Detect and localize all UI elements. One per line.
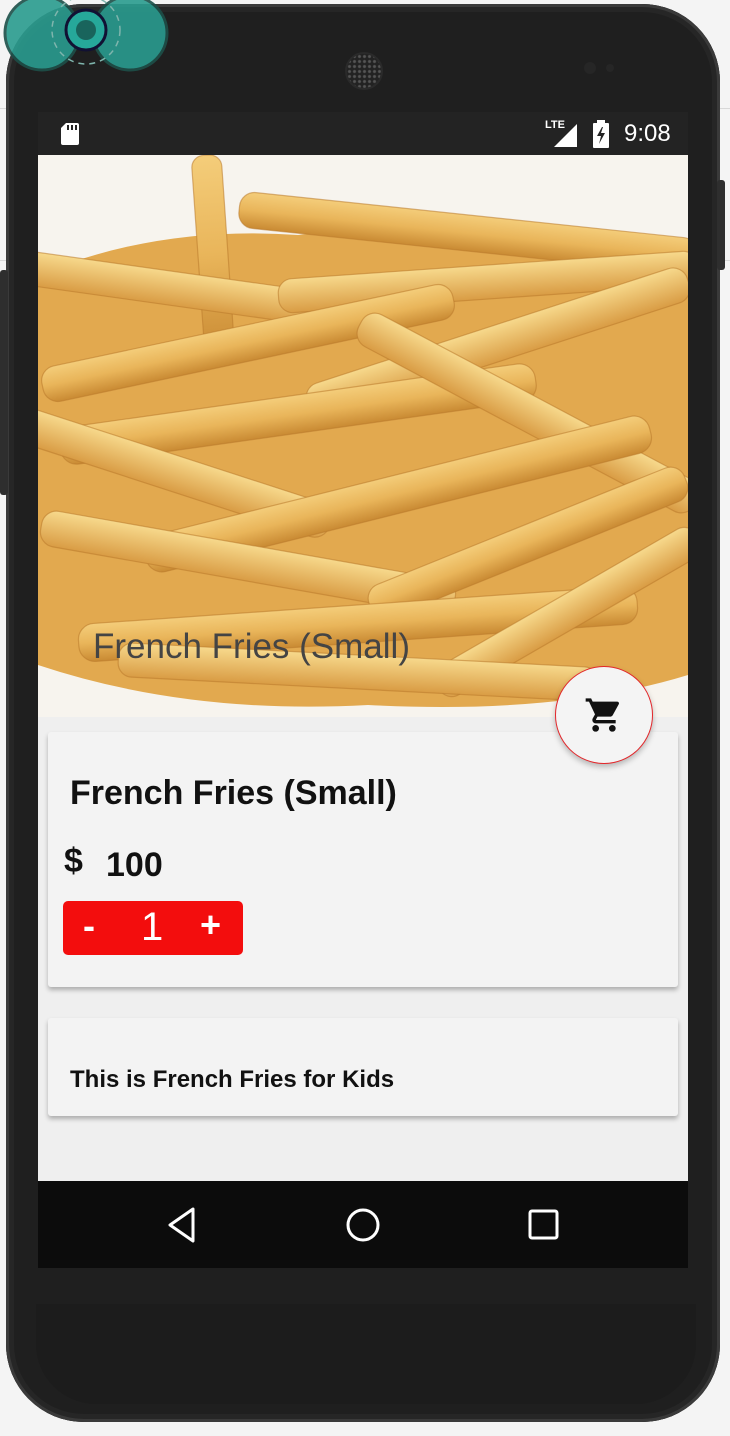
increment-button[interactable]: + [200, 904, 221, 946]
earpiece-speaker [345, 52, 383, 90]
battery-charging-icon [593, 120, 609, 148]
signal-icon [554, 124, 577, 147]
device-screen: LTE 9:08 French Fries (Small) French Fri… [38, 112, 688, 1268]
product-hero-image: French Fries (Small) [38, 155, 688, 717]
emulator-logo-icon [3, 0, 169, 72]
quantity-value: 1 [141, 905, 164, 949]
quantity-stepper: - 1 + [63, 901, 243, 955]
navigation-bar [38, 1181, 688, 1268]
status-bar: LTE 9:08 [38, 112, 688, 155]
home-icon[interactable] [341, 1203, 385, 1247]
hero-title: French Fries (Small) [93, 627, 410, 666]
product-price: 100 [106, 846, 163, 884]
product-card: French Fries (Small) $ 100 - 1 + [48, 732, 678, 987]
product-description: This is French Fries for Kids [70, 1066, 395, 1093]
sd-card-icon [61, 123, 79, 145]
shopping-cart-icon [585, 698, 620, 732]
decrement-button[interactable]: - [83, 905, 95, 947]
back-icon[interactable] [160, 1203, 204, 1247]
status-time: 9:08 [624, 120, 671, 147]
add-to-cart-button[interactable] [555, 666, 653, 764]
product-name: French Fries (Small) [70, 774, 397, 812]
recents-icon[interactable] [522, 1203, 566, 1247]
camera-sensor [606, 64, 614, 72]
currency-symbol: $ [64, 842, 83, 880]
description-card: This is French Fries for Kids [48, 1018, 678, 1116]
proximity-sensor [584, 62, 596, 74]
phone-chin [36, 1304, 696, 1404]
power-button[interactable] [717, 180, 725, 270]
volume-button[interactable] [0, 270, 8, 495]
